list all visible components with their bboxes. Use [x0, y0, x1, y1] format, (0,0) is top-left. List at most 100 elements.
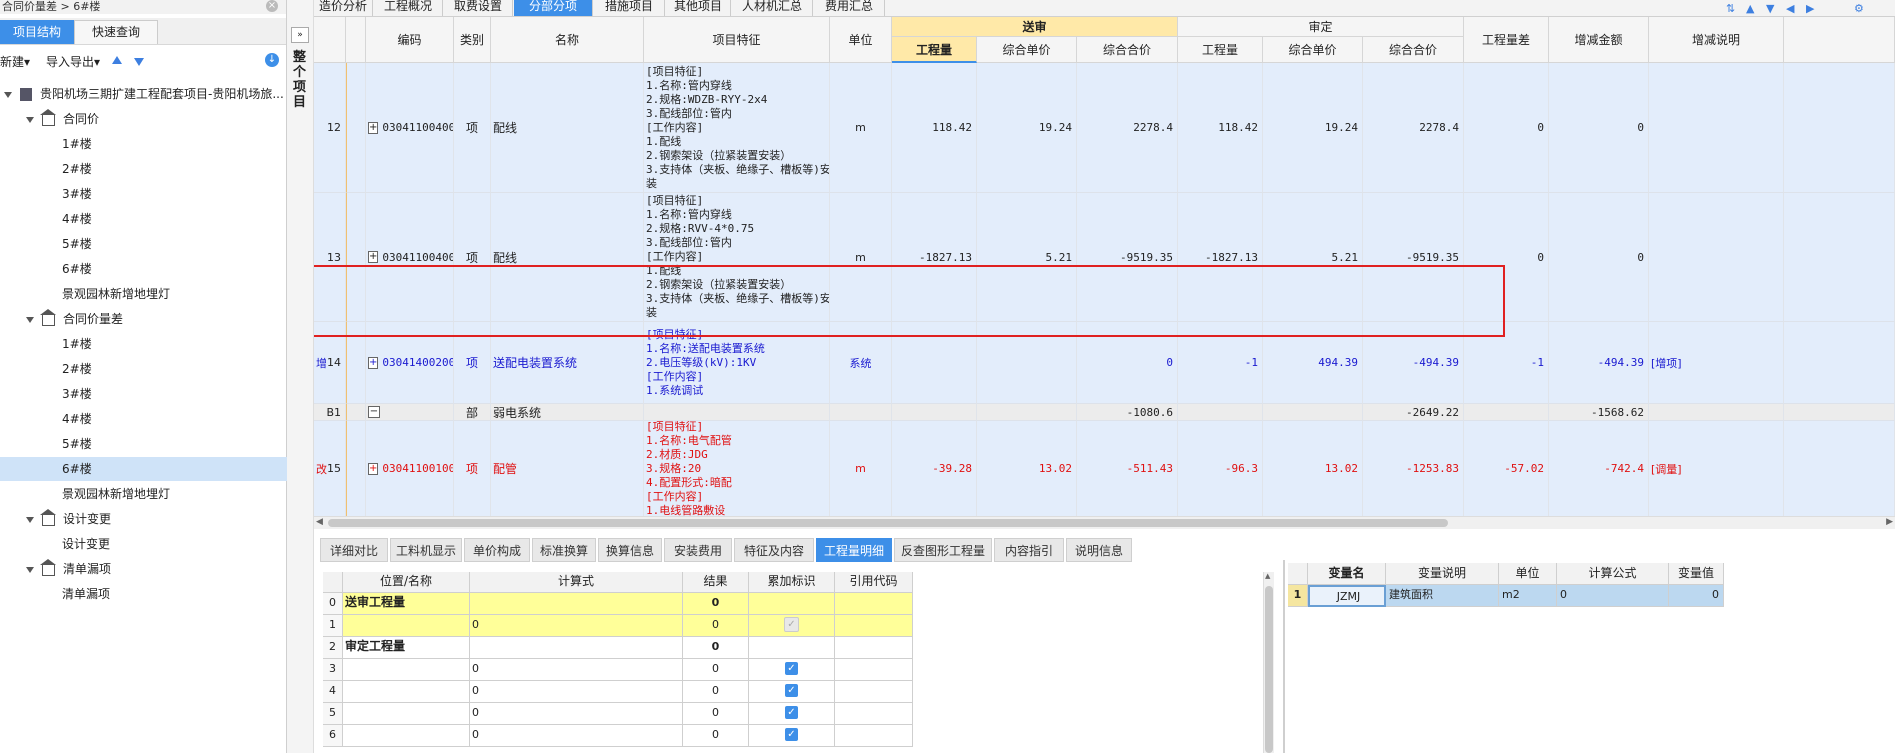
var-name-cell[interactable]: JZMJ — [1308, 585, 1386, 607]
ref-code-cell[interactable] — [835, 725, 913, 747]
collapse-arrow-icon[interactable] — [26, 516, 34, 523]
horizontal-scrollbar[interactable]: ◀ ▶ — [314, 516, 1895, 529]
ref-code-cell[interactable] — [835, 659, 913, 681]
checkbox-checked-icon[interactable]: ✓ — [785, 728, 798, 741]
position-name-cell[interactable] — [343, 703, 470, 725]
move-down-icon[interactable]: ▼ — [1766, 2, 1774, 15]
bottom-tab[interactable]: 标准换算 — [532, 538, 596, 562]
move-up-icon[interactable]: ▲ — [1746, 2, 1754, 15]
ref-code-cell[interactable] — [835, 637, 913, 659]
accumulate-cell[interactable]: ✓ — [749, 659, 835, 681]
settings-icon[interactable]: ⚙ — [1854, 2, 1864, 15]
bottom-tab[interactable]: 内容指引 — [994, 538, 1064, 562]
expand-icon[interactable]: + — [368, 251, 379, 263]
code-cell[interactable]: +030411001004 — [366, 421, 454, 517]
bottom-tab[interactable]: 换算信息 — [598, 538, 662, 562]
tree-item[interactable]: 清单漏项 — [0, 557, 311, 581]
collapse-arrow-icon[interactable] — [26, 116, 34, 123]
tree-item[interactable]: 贵阳机场三期扩建工程配套项目-贵阳机场旅... — [0, 82, 289, 106]
checkbox-checked-icon[interactable]: ✓ — [785, 662, 798, 675]
tree-item[interactable]: 合同价 — [0, 107, 311, 131]
bottom-tab[interactable]: 反查图形工程量 — [894, 538, 992, 562]
formula-cell[interactable]: 0 — [470, 659, 683, 681]
scroll-up-icon[interactable]: ▲ — [1265, 572, 1270, 580]
position-name-cell[interactable] — [343, 725, 470, 747]
ref-code-cell[interactable] — [835, 615, 913, 637]
collapse-icon[interactable]: − — [368, 406, 380, 418]
row-number[interactable]: 12 — [314, 63, 346, 193]
collapse-arrow-icon[interactable] — [26, 566, 34, 573]
var-value-cell[interactable]: 0 — [1669, 585, 1724, 607]
expand-icon[interactable]: » — [291, 27, 309, 43]
bottom-tab[interactable]: 特征及内容 — [734, 538, 814, 562]
tab-quick-search[interactable]: 快速查询 — [74, 20, 158, 44]
move-up-icon[interactable] — [112, 56, 122, 64]
formula-cell[interactable]: 0 — [470, 725, 683, 747]
sort-icon[interactable]: ⇅ — [1726, 2, 1735, 15]
expand-icon[interactable]: + — [368, 462, 379, 475]
accumulate-cell[interactable] — [749, 593, 835, 615]
ref-code-cell[interactable] — [835, 681, 913, 703]
formula-cell[interactable] — [470, 637, 683, 659]
collapse-arrow-icon[interactable] — [26, 316, 34, 323]
position-name-cell[interactable] — [343, 659, 470, 681]
checkbox-checked-icon[interactable]: ✓ — [785, 684, 798, 697]
scroll-right-icon[interactable]: ▶ — [1886, 517, 1893, 527]
whole-project-label[interactable]: 整个项目 — [293, 50, 307, 110]
bottom-tab[interactable]: 详细对比 — [320, 538, 388, 562]
formula-cell[interactable]: 0 — [470, 615, 683, 637]
move-down-icon[interactable] — [134, 58, 144, 66]
var-desc-cell[interactable]: 建筑面积 — [1386, 585, 1499, 607]
bottom-tab[interactable]: 安装费用 — [664, 538, 732, 562]
accumulate-cell[interactable]: ✓ — [749, 615, 835, 637]
formula-cell[interactable] — [470, 593, 683, 615]
var-unit-cell[interactable]: m2 — [1499, 585, 1557, 607]
tree-item[interactable]: 合同价量差 — [0, 307, 311, 331]
top-tab[interactable]: 取费设置 — [444, 0, 513, 16]
bottom-tab[interactable]: 工料机显示 — [390, 538, 462, 562]
top-tab[interactable]: 其他项目 — [666, 0, 731, 16]
close-icon[interactable]: × — [266, 0, 278, 12]
position-name-cell[interactable] — [343, 615, 470, 637]
scroll-thumb[interactable] — [328, 519, 1448, 527]
import-export-button[interactable]: 导入导出▾ — [46, 53, 100, 70]
scroll-left-icon[interactable]: ◀ — [316, 517, 323, 527]
row-number[interactable]: B1 — [314, 404, 346, 421]
code-cell[interactable]: − — [366, 404, 454, 421]
code-cell[interactable]: +030411004001 — [366, 63, 454, 193]
collapse-arrow-icon[interactable] — [4, 91, 12, 98]
bottom-tab[interactable]: 工程量明细 — [816, 538, 892, 562]
tree-item[interactable]: 设计变更 — [0, 507, 311, 531]
forward-icon[interactable]: ▶ — [1806, 2, 1814, 15]
bottom-tab[interactable]: 单价构成 — [464, 538, 530, 562]
vertical-scrollbar[interactable]: ▲ — [1263, 572, 1274, 753]
bottom-tab[interactable]: 说明信息 — [1066, 538, 1132, 562]
top-tab[interactable]: 分部分项 — [514, 0, 593, 16]
formula-cell[interactable]: 0 — [470, 681, 683, 703]
accumulate-cell[interactable] — [749, 637, 835, 659]
position-name-cell[interactable]: 审定工程量 — [343, 637, 470, 659]
accumulate-cell[interactable]: ✓ — [749, 725, 835, 747]
scroll-thumb[interactable] — [1265, 586, 1273, 753]
top-tab[interactable]: 造价分析 — [314, 0, 373, 16]
checkbox-checked-icon[interactable]: ✓ — [785, 706, 798, 719]
accumulate-cell[interactable]: ✓ — [749, 681, 835, 703]
row-number[interactable]: 改 15 — [314, 421, 346, 517]
top-tab[interactable]: 工程概况 — [374, 0, 443, 16]
top-tab[interactable]: 费用汇总 — [814, 0, 885, 16]
top-tab[interactable]: 措施项目 — [594, 0, 665, 16]
back-icon[interactable]: ◀ — [1786, 2, 1794, 15]
position-name-cell[interactable] — [343, 681, 470, 703]
new-button[interactable]: 新建▾ — [0, 53, 30, 70]
var-formula-cell[interactable]: 0 — [1557, 585, 1669, 607]
expand-icon[interactable]: + — [368, 121, 379, 134]
accumulate-cell[interactable]: ✓ — [749, 703, 835, 725]
ref-code-cell[interactable] — [835, 703, 913, 725]
tab-project-structure[interactable]: 项目结构 — [0, 20, 74, 44]
expand-icon[interactable]: + — [368, 356, 379, 369]
ref-code-cell[interactable] — [835, 593, 913, 615]
position-name-cell[interactable]: 送审工程量 — [343, 593, 470, 615]
formula-cell[interactable]: 0 — [470, 703, 683, 725]
top-tab[interactable]: 人材机汇总 — [732, 0, 813, 16]
download-icon[interactable]: ↓ — [265, 53, 279, 67]
